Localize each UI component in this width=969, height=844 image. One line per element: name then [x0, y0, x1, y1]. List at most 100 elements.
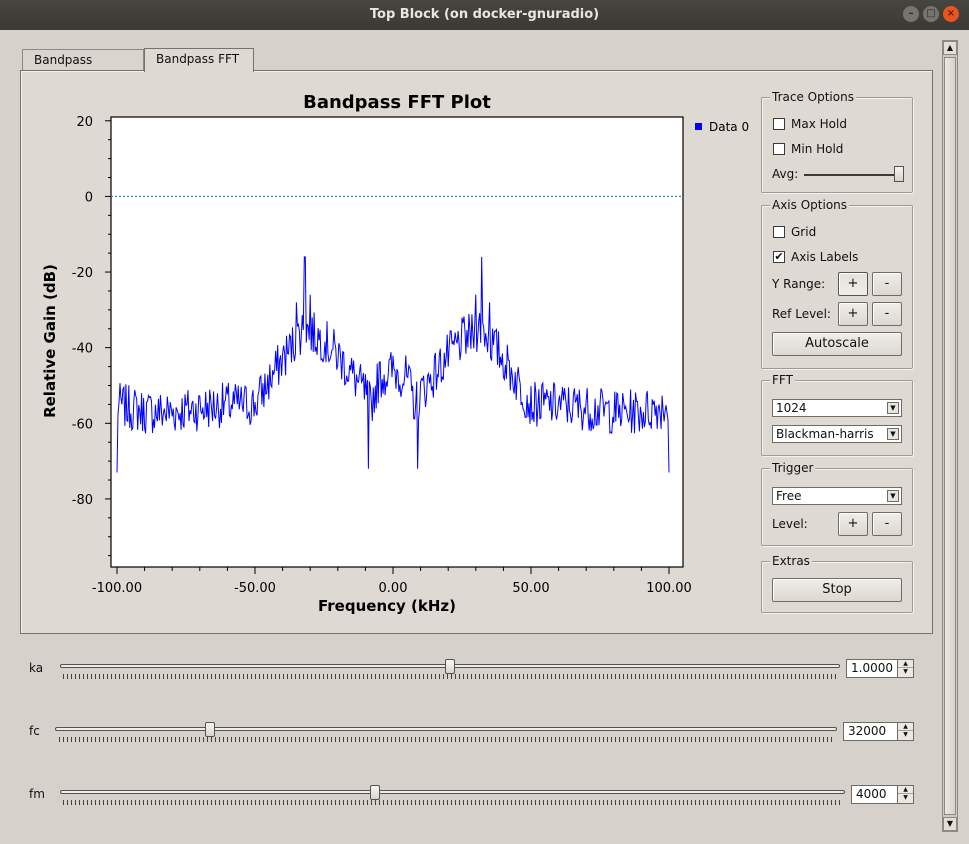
- axis-options-group: Axis Options Grid ✔ Axis Labels Y Range:…: [761, 198, 913, 369]
- fft-size-select[interactable]: 1024 ▼: [772, 399, 902, 417]
- trigger-level-label: Level:: [772, 517, 808, 531]
- scroll-down-icon[interactable]: ▼: [943, 817, 957, 831]
- y-tick-label: 20: [76, 115, 93, 130]
- x-tick-label: 0.00: [379, 581, 408, 596]
- spin-down-icon[interactable]: ▼: [898, 668, 913, 676]
- grid-label: Grid: [791, 225, 817, 239]
- axis-labels-checkbox[interactable]: ✔: [773, 251, 785, 263]
- chevron-down-icon[interactable]: ▼: [887, 490, 899, 502]
- fft-title: FFT: [770, 373, 795, 387]
- ref-level-minus-button[interactable]: -: [872, 302, 902, 326]
- ref-level-plus-button[interactable]: +: [838, 302, 868, 326]
- param-fc-slider-track[interactable]: [55, 727, 837, 731]
- window-controls: – □ ×: [903, 6, 959, 22]
- fft-window-value: Blackman-harris: [776, 427, 874, 441]
- fft-tab-panel: Bandpass FFT Plot Frequency (kHz) Relati…: [20, 70, 933, 634]
- param-fm: fm 4000 ▲ ▼: [0, 785, 940, 826]
- x-tick-label: 100.00: [646, 581, 692, 596]
- extras-title: Extras: [770, 554, 812, 568]
- close-icon[interactable]: ×: [943, 6, 959, 22]
- extras-group: Extras Stop: [761, 554, 913, 613]
- ref-level-label: Ref Level:: [772, 307, 831, 321]
- window-title: Top Block (on docker-gnuradio): [369, 7, 600, 22]
- trigger-mode-value: Free: [776, 489, 802, 503]
- y-tick-label: -40: [72, 342, 93, 357]
- param-fm-slider-ticks: [63, 800, 843, 805]
- spin-up-icon[interactable]: ▲: [898, 786, 913, 794]
- param-ka-spin-arrows[interactable]: ▲ ▼: [897, 660, 913, 677]
- minimize-icon[interactable]: –: [903, 6, 919, 22]
- scrollbar-thumb[interactable]: [944, 57, 956, 815]
- param-fm-slider-track[interactable]: [60, 790, 845, 794]
- trigger-title: Trigger: [770, 461, 816, 475]
- param-ka-slider-handle[interactable]: [445, 659, 455, 674]
- autoscale-button[interactable]: Autoscale: [772, 332, 902, 356]
- param-ka-slider-ticks: [63, 674, 837, 679]
- x-axis-label: Frequency (kHz): [318, 597, 456, 615]
- grid-option[interactable]: Grid: [773, 225, 816, 239]
- window-titlebar: Top Block (on docker-gnuradio) – □ ×: [0, 0, 969, 30]
- avg-slider-track[interactable]: [804, 174, 904, 176]
- fft-size-value: 1024: [776, 401, 807, 415]
- chevron-down-icon[interactable]: ▼: [887, 428, 899, 440]
- param-fc-value: 32000: [848, 724, 887, 738]
- x-tick-label: -50.00: [234, 581, 276, 596]
- spin-down-icon[interactable]: ▼: [898, 794, 913, 802]
- plot-title: Bandpass FFT Plot: [303, 92, 491, 113]
- max-hold-checkbox[interactable]: [773, 118, 785, 130]
- x-tick-label: -100.00: [92, 581, 142, 596]
- trace-options-group: Trace Options Max Hold Min Hold Avg:: [761, 90, 913, 193]
- fft-window-select[interactable]: Blackman-harris ▼: [772, 425, 902, 443]
- max-hold-label: Max Hold: [791, 117, 847, 131]
- fft-plot: Bandpass FFT Plot Frequency (kHz) Relati…: [41, 92, 749, 615]
- param-ka-spinbox[interactable]: 1.0000 ▲ ▼: [846, 659, 914, 678]
- spin-up-icon[interactable]: ▲: [898, 660, 913, 668]
- spin-down-icon[interactable]: ▼: [898, 731, 913, 739]
- trigger-level-minus-button[interactable]: -: [872, 512, 902, 536]
- tab-bandpass-scope[interactable]: Bandpass Scope: [22, 49, 144, 88]
- fft-group: FFT 1024 ▼ Blackman-harris ▼: [761, 373, 913, 456]
- axis-labels-option[interactable]: ✔ Axis Labels: [773, 250, 858, 264]
- avg-label: Avg:: [772, 167, 799, 181]
- maximize-icon[interactable]: □: [923, 6, 939, 22]
- y-tick-label: -80: [72, 493, 93, 508]
- scroll-up-icon[interactable]: ▲: [943, 41, 957, 55]
- y-tick-label: -20: [72, 266, 93, 281]
- param-fc-label: fc: [29, 724, 40, 738]
- param-fm-label: fm: [29, 787, 45, 801]
- grid-checkbox[interactable]: [773, 226, 785, 238]
- param-fc-slider-ticks: [59, 737, 835, 742]
- legend-label-data-0: Data 0: [709, 120, 749, 134]
- y-tick-label: -60: [72, 417, 93, 432]
- min-hold-option[interactable]: Min Hold: [773, 142, 843, 156]
- param-ka-value: 1.0000: [851, 661, 893, 675]
- param-fc: fc 32000 ▲ ▼: [0, 722, 940, 763]
- axis-options-title: Axis Options: [770, 198, 850, 212]
- avg-slider-handle[interactable]: [894, 166, 904, 182]
- trigger-mode-select[interactable]: Free ▼: [772, 487, 902, 505]
- param-fm-value: 4000: [856, 787, 887, 801]
- x-tick-label: 50.00: [512, 581, 549, 596]
- y-range-label: Y Range:: [772, 277, 826, 291]
- y-axis-label: Relative Gain (dB): [41, 264, 59, 418]
- param-fc-spinbox[interactable]: 32000 ▲ ▼: [843, 722, 914, 741]
- min-hold-checkbox[interactable]: [773, 143, 785, 155]
- param-fc-spin-arrows[interactable]: ▲ ▼: [897, 723, 913, 740]
- legend-swatch-data-0: [695, 123, 702, 130]
- param-fc-slider-handle[interactable]: [204, 722, 215, 737]
- y-tick-label: 0: [85, 190, 93, 205]
- min-hold-label: Min Hold: [791, 142, 844, 156]
- chevron-down-icon[interactable]: ▼: [887, 402, 899, 414]
- y-range-minus-button[interactable]: -: [872, 272, 902, 296]
- param-ka-label: ka: [29, 661, 44, 675]
- y-range-plus-button[interactable]: +: [838, 272, 868, 296]
- window-scrollbar[interactable]: ▲ ▼: [942, 40, 958, 832]
- param-fm-spinbox[interactable]: 4000 ▲ ▼: [851, 785, 914, 804]
- param-fm-slider-handle[interactable]: [370, 785, 380, 800]
- tab-bandpass-fft[interactable]: Bandpass FFT: [144, 48, 254, 72]
- max-hold-option[interactable]: Max Hold: [773, 117, 847, 131]
- stop-button[interactable]: Stop: [772, 578, 902, 602]
- trigger-level-plus-button[interactable]: +: [838, 512, 868, 536]
- spin-up-icon[interactable]: ▲: [898, 723, 913, 731]
- param-fm-spin-arrows[interactable]: ▲ ▼: [897, 786, 913, 803]
